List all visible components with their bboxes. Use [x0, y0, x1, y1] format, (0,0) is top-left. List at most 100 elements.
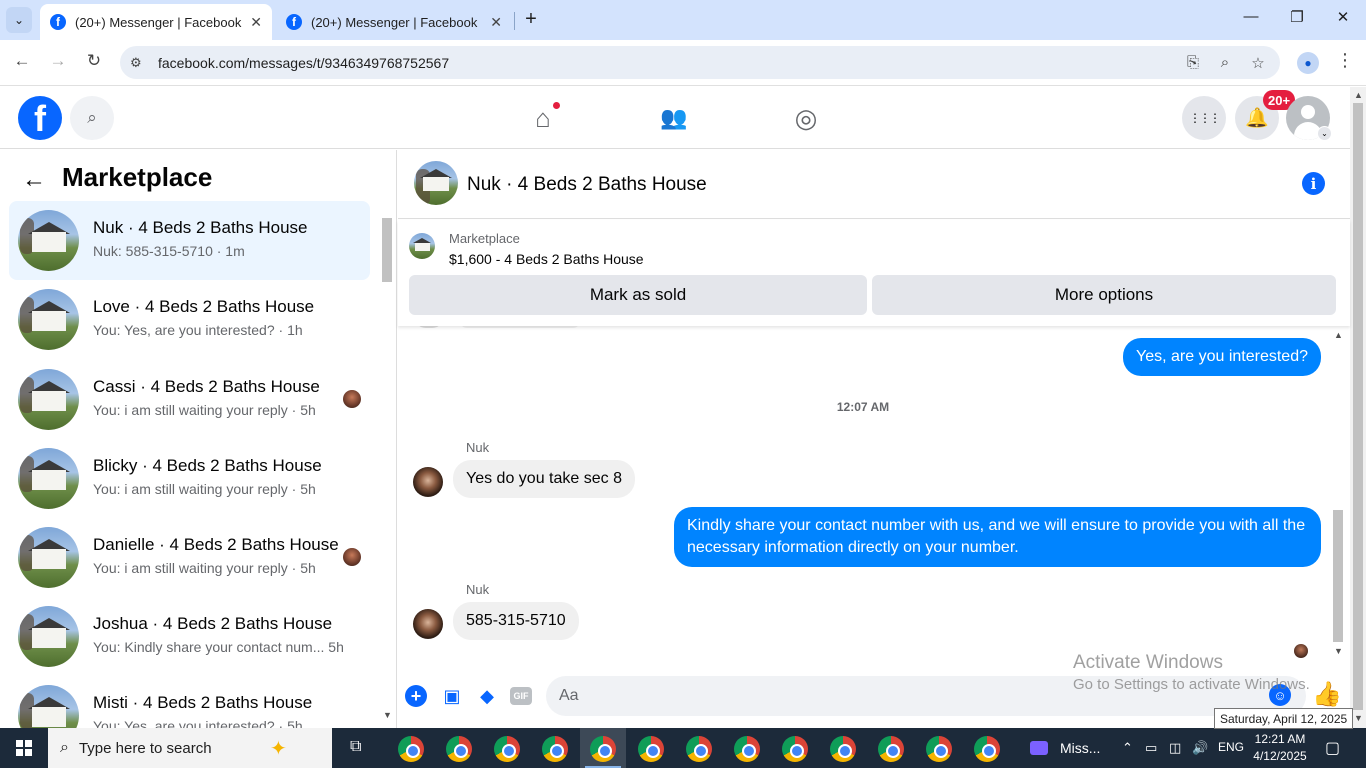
chrome-taskbar-icon[interactable]	[686, 736, 712, 762]
like-icon[interactable]: 👍	[1312, 680, 1342, 709]
seen-avatar	[343, 548, 361, 566]
action-center-icon[interactable]: ▢	[1325, 738, 1340, 758]
language-indicator[interactable]: ENG	[1218, 740, 1244, 754]
facebook-logo[interactable]: f	[18, 96, 62, 140]
gallery-icon[interactable]: ▣	[440, 684, 464, 708]
menu-grid-icon[interactable]: ⋮⋮⋮	[1182, 96, 1226, 140]
gif-icon[interactable]: GIF	[510, 687, 532, 705]
friends-icon[interactable]: 👥	[654, 101, 694, 135]
reload-button[interactable]: ↻	[82, 51, 106, 71]
back-button[interactable]: ←	[10, 51, 34, 71]
outgoing-message[interactable]: Yes, are you interested?	[1123, 338, 1321, 376]
chat-title[interactable]: Nuk · 4 Beds 2 Baths House	[467, 174, 707, 196]
scrollbar-thumb[interactable]	[1333, 510, 1343, 642]
tab-messenger-inactive[interactable]: f (20+) Messenger | Facebook ✕	[276, 4, 512, 40]
taskbar-clock[interactable]: 12:21 AM 4/12/2025	[1248, 731, 1312, 765]
conversation-item[interactable]: Nuk · 4 Beds 2 Baths House Nuk: 585-315-…	[9, 201, 370, 280]
scroll-up-arrow-icon[interactable]: ▲	[1334, 330, 1343, 340]
video-app-icon	[1030, 741, 1048, 755]
incoming-message[interactable]: Yes do you take sec 8	[453, 460, 635, 498]
facebook-search-icon[interactable]: ⌕	[70, 96, 114, 140]
groups-icon[interactable]: ◎	[786, 101, 826, 135]
scroll-up-arrow-icon[interactable]: ▲	[1354, 90, 1363, 100]
facebook-favicon-icon: f	[286, 14, 302, 30]
mark-as-sold-button[interactable]: Mark as sold	[409, 275, 867, 315]
banner-listing-thumbnail[interactable]	[409, 233, 435, 259]
chrome-taskbar-icon[interactable]	[830, 736, 856, 762]
tab-search-icon[interactable]: ⌄	[6, 7, 32, 33]
tab-close-icon[interactable]: ✕	[250, 14, 262, 31]
zoom-icon[interactable]: ⌕	[1214, 54, 1236, 71]
listing-price-title[interactable]: $1,600 - 4 Beds 2 Baths House	[449, 251, 644, 267]
back-arrow-icon[interactable]: ←	[22, 166, 46, 194]
conversation-item[interactable]: Blicky · 4 Beds 2 Baths House You: i am …	[9, 439, 370, 518]
incoming-message[interactable]: 585-315-5710	[453, 602, 579, 640]
conversation-name: Misti · 4 Beds 2 Baths House	[93, 693, 313, 712]
task-view-icon[interactable]: ⧉	[350, 738, 361, 756]
chrome-taskbar-icon[interactable]	[446, 736, 472, 762]
taskbar-app-meeting[interactable]: Miss...	[1030, 728, 1100, 768]
scrollbar-thumb[interactable]	[1353, 103, 1363, 710]
chrome-taskbar-icon[interactable]	[590, 736, 616, 762]
battery-icon[interactable]: ▭	[1145, 740, 1157, 756]
conversation-name: Nuk · 4 Beds 2 Baths House	[93, 218, 308, 237]
tray-overflow-icon[interactable]: ⌃	[1122, 740, 1133, 756]
sticker-icon[interactable]: ◆	[475, 684, 499, 708]
scroll-down-arrow-icon[interactable]: ▼	[1354, 713, 1363, 723]
conversation-list-scrollbar[interactable]: ▼	[381, 210, 393, 720]
url-text[interactable]: facebook.com/messages/t/9346349768752567	[158, 55, 449, 71]
browser-profile-icon[interactable]: ●	[1297, 52, 1319, 74]
close-window-button[interactable]: ✕	[1328, 8, 1358, 26]
scroll-down-arrow-icon[interactable]: ▼	[1334, 646, 1343, 656]
minimize-button[interactable]: —	[1236, 8, 1266, 25]
conversation-item[interactable]: Danielle · 4 Beds 2 Baths House You: i a…	[9, 518, 370, 597]
conversation-item[interactable]: Cassi · 4 Beds 2 Baths House You: i am s…	[9, 360, 370, 439]
home-notification-dot	[552, 101, 561, 110]
conversation-item[interactable]: Joshua · 4 Beds 2 Baths House You: Kindl…	[9, 597, 370, 676]
date-tooltip: Saturday, April 12, 2025	[1214, 708, 1354, 729]
scroll-down-arrow-icon[interactable]: ▼	[383, 710, 392, 720]
tab-messenger-active[interactable]: f (20+) Messenger | Facebook ✕	[40, 4, 272, 40]
install-app-icon[interactable]: ⎘	[1182, 54, 1204, 71]
info-icon[interactable]: i	[1302, 172, 1325, 195]
conversation-item[interactable]: Love · 4 Beds 2 Baths House You: Yes, ar…	[9, 280, 370, 359]
sparkle-icon[interactable]: ✦	[270, 736, 287, 761]
maximize-button[interactable]: ❐	[1282, 8, 1312, 26]
sender-avatar[interactable]	[413, 467, 443, 497]
url-omnibox[interactable]: ⚙ facebook.com/messages/t/93463497687525…	[120, 46, 1280, 79]
conversation-item[interactable]: Misti · 4 Beds 2 Baths House You: Yes, a…	[9, 676, 370, 728]
new-tab-button[interactable]: +	[520, 8, 542, 31]
chrome-taskbar-icon[interactable]	[494, 736, 520, 762]
chrome-taskbar-icon[interactable]	[878, 736, 904, 762]
chrome-taskbar-icon[interactable]	[782, 736, 808, 762]
chrome-taskbar-icon[interactable]	[734, 736, 760, 762]
panel-title: Marketplace	[62, 162, 213, 192]
page-scrollbar[interactable]: ▲ ▼	[1350, 87, 1366, 728]
clock-date: 4/12/2025	[1253, 749, 1307, 763]
chrome-taskbar-icon[interactable]	[542, 736, 568, 762]
network-icon[interactable]: ◫	[1169, 740, 1181, 756]
outgoing-message[interactable]: Kindly share your contact number with us…	[674, 507, 1321, 567]
forward-button[interactable]: →	[46, 51, 70, 71]
tab-close-icon[interactable]: ✕	[490, 14, 502, 31]
chrome-taskbar-icon[interactable]	[398, 736, 424, 762]
browser-menu-icon[interactable]: ⋮	[1336, 50, 1354, 71]
more-options-button[interactable]: More options	[872, 275, 1336, 315]
sender-name: Nuk	[466, 582, 490, 597]
bookmark-star-icon[interactable]: ☆	[1247, 54, 1269, 72]
chat-scrollbar[interactable]: ▲ ▼	[1331, 326, 1346, 662]
chrome-taskbar-icon[interactable]	[974, 736, 1000, 762]
scrollbar-thumb[interactable]	[382, 218, 392, 282]
sender-avatar[interactable]	[413, 609, 443, 639]
plus-icon[interactable]: +	[405, 685, 427, 707]
site-settings-icon[interactable]: ⚙	[130, 55, 152, 71]
start-button[interactable]	[0, 728, 48, 768]
sender-avatar	[414, 326, 444, 328]
account-chevron-icon[interactable]: ⌄	[1317, 126, 1332, 141]
chat-listing-thumbnail[interactable]	[414, 161, 458, 205]
conversation-preview: You: i am still waiting your reply · 5h	[93, 560, 316, 576]
taskbar-search-box[interactable]: ⌕ Type here to search ✦	[48, 728, 332, 768]
chrome-taskbar-icon[interactable]	[638, 736, 664, 762]
chrome-taskbar-icon[interactable]	[926, 736, 952, 762]
volume-icon[interactable]: 🔊	[1192, 740, 1208, 756]
